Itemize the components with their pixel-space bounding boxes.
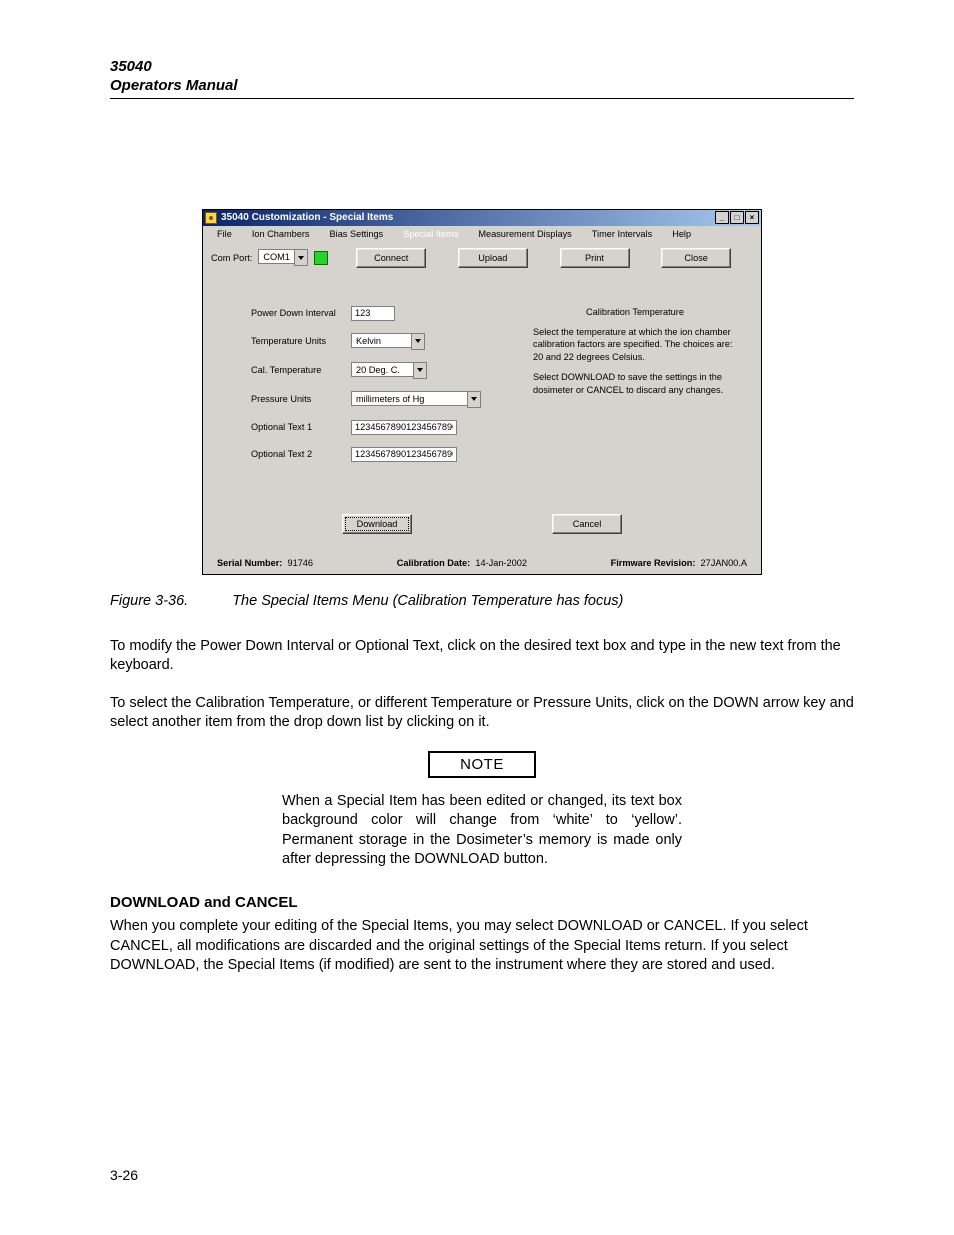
- status-fw-label: Firmware Revision:: [611, 558, 696, 568]
- status-caldate-value: 14-Jan-2002: [475, 558, 527, 568]
- comport-select[interactable]: COM1: [258, 249, 308, 266]
- form-label: Power Down Interval: [251, 308, 351, 318]
- titlebar: 35040 Customization - Special Items _ □ …: [203, 210, 761, 226]
- form-row: Cal. Temperature20 Deg. C.: [251, 362, 515, 379]
- form-label: Pressure Units: [251, 394, 351, 404]
- menu-item-measurement-displays[interactable]: Measurement Displays: [468, 228, 581, 240]
- figure-caption: Figure 3-36. The Special Items Menu (Cali…: [110, 593, 854, 609]
- print-button[interactable]: Print: [560, 248, 630, 268]
- page-number: 3-26: [110, 1167, 138, 1183]
- chevron-down-icon: [467, 391, 481, 408]
- form-label: Cal. Temperature: [251, 365, 351, 375]
- app-icon: [205, 212, 217, 224]
- chevron-down-icon: [413, 362, 427, 379]
- form-row: Power Down Interval: [251, 306, 515, 321]
- close-window-button[interactable]: ×: [745, 211, 759, 224]
- upload-button[interactable]: Upload: [458, 248, 528, 268]
- menu-item-timer-intervals[interactable]: Timer Intervals: [582, 228, 662, 240]
- toolbar: Com Port: COM1 Connect Upload Print Clos…: [203, 242, 761, 278]
- form-row: Optional Text 2: [251, 447, 515, 462]
- info-title: Calibration Temperature: [533, 306, 737, 318]
- comport-label: Com Port:: [211, 253, 252, 263]
- statusbar: Serial Number: 91746 Calibration Date: 1…: [203, 554, 761, 574]
- form-text-input[interactable]: [351, 447, 457, 462]
- info-panel: Calibration Temperature Select the tempe…: [533, 306, 743, 474]
- connect-button[interactable]: Connect: [356, 248, 426, 268]
- info-paragraph-1: Select the temperature at which the ion …: [533, 326, 737, 363]
- form-combo[interactable]: millimeters of Hg: [351, 391, 481, 408]
- close-button[interactable]: Close: [661, 248, 731, 268]
- chevron-down-icon: [294, 249, 308, 266]
- section-heading: DOWNLOAD and CANCEL: [110, 894, 854, 911]
- form-text-input[interactable]: [351, 420, 457, 435]
- form-label: Optional Text 2: [251, 449, 351, 459]
- maximize-button[interactable]: □: [730, 211, 744, 224]
- body-paragraph-2: To select the Calibration Temperature, o…: [110, 694, 854, 733]
- note-body: When a Special Item has been edited or c…: [282, 792, 682, 870]
- combo-value: 20 Deg. C.: [351, 362, 413, 377]
- status-serial-label: Serial Number:: [217, 558, 282, 568]
- page-header: 35040 Operators Manual: [110, 58, 854, 99]
- note-tag: NOTE: [428, 751, 536, 778]
- status-caldate-label: Calibration Date:: [397, 558, 471, 568]
- form-row: Optional Text 1: [251, 420, 515, 435]
- form-text-input[interactable]: [351, 306, 395, 321]
- menu-item-file[interactable]: File: [207, 228, 242, 240]
- status-serial-value: 91746: [287, 558, 313, 568]
- form-combo[interactable]: 20 Deg. C.: [351, 362, 427, 379]
- connection-status-led: [314, 251, 328, 265]
- body-paragraph-1: To modify the Power Down Interval or Opt…: [110, 637, 854, 676]
- menu-item-bias-settings[interactable]: Bias Settings: [320, 228, 394, 240]
- form-combo[interactable]: Kelvin: [351, 333, 425, 350]
- dialog-buttons: Download Cancel: [203, 486, 761, 554]
- header-subtitle: Operators Manual: [110, 77, 854, 96]
- menu-item-help[interactable]: Help: [662, 228, 701, 240]
- form-column: Power Down Interval Temperature UnitsKelv…: [251, 306, 515, 474]
- form-label: Temperature Units: [251, 336, 351, 346]
- status-fw-value: 27JAN00.A: [701, 558, 747, 568]
- combo-value: Kelvin: [351, 333, 411, 348]
- menubar: FileIon ChambersBias SettingsSpecial Ite…: [203, 226, 761, 242]
- figure-number: Figure 3-36.: [110, 593, 188, 609]
- minimize-button[interactable]: _: [715, 211, 729, 224]
- combo-value: millimeters of Hg: [351, 391, 467, 406]
- figure-text: The Special Items Menu (Calibration Temp…: [232, 593, 623, 609]
- form-row: Temperature UnitsKelvin: [251, 333, 515, 350]
- app-window: 35040 Customization - Special Items _ □ …: [202, 209, 762, 575]
- info-paragraph-2: Select DOWNLOAD to save the settings in …: [533, 371, 737, 396]
- body-paragraph-3: When you complete your editing of the Sp…: [110, 917, 854, 976]
- header-model: 35040: [110, 58, 854, 77]
- form-label: Optional Text 1: [251, 422, 351, 432]
- download-button[interactable]: Download: [342, 514, 412, 534]
- cancel-button[interactable]: Cancel: [552, 514, 622, 534]
- window-title: 35040 Customization - Special Items: [221, 212, 393, 223]
- main-area: Power Down Interval Temperature UnitsKelv…: [203, 278, 761, 486]
- menu-item-ion-chambers[interactable]: Ion Chambers: [242, 228, 320, 240]
- chevron-down-icon: [411, 333, 425, 350]
- menu-item-special-items[interactable]: Special Items: [393, 228, 468, 240]
- form-row: Pressure Unitsmillimeters of Hg: [251, 391, 515, 408]
